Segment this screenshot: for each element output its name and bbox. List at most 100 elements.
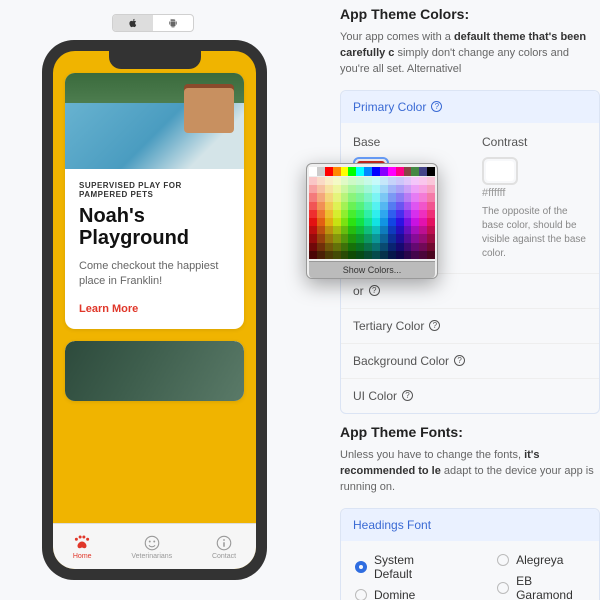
picker-swatch-cell[interactable] [411, 202, 419, 210]
picker-swatch-cell[interactable] [419, 210, 427, 218]
picker-swatch-cell[interactable] [411, 234, 419, 242]
picker-swatch-cell[interactable] [404, 202, 412, 210]
picker-swatch-cell[interactable] [333, 218, 341, 226]
picker-swatch-cell[interactable] [325, 193, 333, 201]
picker-swatch-cell[interactable] [317, 193, 325, 201]
picker-swatch-cell[interactable] [427, 185, 435, 193]
picker-swatch-cell[interactable] [364, 210, 372, 218]
picker-swatch-cell[interactable] [419, 234, 427, 242]
android-toggle[interactable] [153, 15, 193, 31]
picker-swatch-cell[interactable] [325, 251, 333, 259]
picker-swatch-cell[interactable] [419, 202, 427, 210]
picker-swatch-cell[interactable] [309, 234, 317, 242]
secondary-card[interactable] [65, 341, 244, 401]
picker-swatch-cell[interactable] [372, 193, 380, 201]
picker-swatch-cell[interactable] [404, 243, 412, 251]
picker-hue-cell[interactable] [427, 167, 435, 176]
help-icon[interactable]: ? [369, 285, 380, 296]
picker-swatch-cell[interactable] [333, 234, 341, 242]
picker-swatch-cell[interactable] [341, 251, 349, 259]
picker-swatch-cell[interactable] [341, 210, 349, 218]
picker-swatch-cell[interactable] [348, 185, 356, 193]
picker-swatch-cell[interactable] [356, 185, 364, 193]
picker-swatch-cell[interactable] [372, 210, 380, 218]
picker-swatch-cell[interactable] [411, 210, 419, 218]
picker-swatch-cell[interactable] [404, 218, 412, 226]
picker-swatch-cell[interactable] [372, 202, 380, 210]
help-icon[interactable]: ? [454, 355, 465, 366]
picker-swatch-cell[interactable] [419, 218, 427, 226]
picker-swatch-cell[interactable] [411, 218, 419, 226]
picker-swatch-cell[interactable] [419, 177, 427, 185]
picker-swatch-cell[interactable] [364, 177, 372, 185]
ios-toggle[interactable] [113, 15, 153, 31]
picker-swatch-cell[interactable] [333, 177, 341, 185]
picker-swatch-cell[interactable] [325, 218, 333, 226]
picker-swatch-cell[interactable] [380, 234, 388, 242]
picker-swatch-cell[interactable] [427, 226, 435, 234]
picker-swatch-cell[interactable] [356, 226, 364, 234]
picker-swatch-cell[interactable] [380, 226, 388, 234]
picker-swatch-cell[interactable] [341, 193, 349, 201]
picker-swatch-cell[interactable] [333, 226, 341, 234]
picker-swatch-cell[interactable] [411, 193, 419, 201]
picker-swatch-cell[interactable] [364, 226, 372, 234]
tab-contact[interactable]: Contact [212, 534, 236, 560]
picker-swatch-cell[interactable] [325, 234, 333, 242]
picker-swatch-cell[interactable] [364, 218, 372, 226]
picker-swatch-cell[interactable] [317, 218, 325, 226]
picker-swatch-cell[interactable] [380, 210, 388, 218]
tertiary-color-row[interactable]: Tertiary Color? [341, 308, 599, 343]
picker-swatch-cell[interactable] [356, 218, 364, 226]
picker-swatch-cell[interactable] [333, 185, 341, 193]
picker-swatch-cell[interactable] [380, 177, 388, 185]
picker-swatch-cell[interactable] [404, 185, 412, 193]
picker-swatch-cell[interactable] [309, 251, 317, 259]
picker-swatch-cell[interactable] [317, 177, 325, 185]
picker-swatch-cell[interactable] [317, 234, 325, 242]
picker-swatch-cell[interactable] [411, 177, 419, 185]
picker-swatch-cell[interactable] [309, 210, 317, 218]
picker-swatch-cell[interactable] [325, 185, 333, 193]
picker-hue-cell[interactable] [419, 167, 427, 176]
picker-swatch-cell[interactable] [356, 251, 364, 259]
picker-swatch-cell[interactable] [317, 185, 325, 193]
picker-swatch-cell[interactable] [427, 251, 435, 259]
picker-swatch-cell[interactable] [396, 185, 404, 193]
picker-swatch-cell[interactable] [372, 226, 380, 234]
picker-swatch-cell[interactable] [388, 251, 396, 259]
picker-hue-cell[interactable] [388, 167, 396, 176]
picker-swatch-cell[interactable] [317, 251, 325, 259]
picker-swatch-cell[interactable] [309, 226, 317, 234]
picker-hue-cell[interactable] [317, 167, 325, 176]
picker-swatch-cell[interactable] [364, 193, 372, 201]
picker-swatch-cell[interactable] [396, 193, 404, 201]
picker-swatch-cell[interactable] [388, 218, 396, 226]
card-cta[interactable]: Learn More [79, 303, 138, 315]
picker-swatch-cell[interactable] [372, 243, 380, 251]
picker-swatch-cell[interactable] [388, 193, 396, 201]
picker-swatch-cell[interactable] [317, 226, 325, 234]
picker-swatch-cell[interactable] [333, 193, 341, 201]
picker-swatch-cell[interactable] [372, 177, 380, 185]
picker-swatch-cell[interactable] [372, 234, 380, 242]
picker-hue-cell[interactable] [372, 167, 380, 176]
picker-hue-cell[interactable] [356, 167, 364, 176]
show-colors-button[interactable]: Show Colors... [309, 261, 435, 278]
picker-swatch-cell[interactable] [333, 243, 341, 251]
color-picker-popover[interactable]: Show Colors... [306, 163, 438, 279]
picker-swatch-cell[interactable] [348, 210, 356, 218]
picker-swatch-cell[interactable] [309, 218, 317, 226]
help-icon[interactable]: ? [402, 390, 413, 401]
picker-swatch-cell[interactable] [309, 202, 317, 210]
picker-swatch-cell[interactable] [388, 210, 396, 218]
tab-veterinarians[interactable]: Veterinarians [131, 534, 172, 560]
picker-swatch-cell[interactable] [427, 193, 435, 201]
platform-toggle[interactable] [112, 14, 194, 32]
picker-swatch-cell[interactable] [411, 251, 419, 259]
picker-hue-cell[interactable] [396, 167, 404, 176]
picker-swatch-cell[interactable] [341, 218, 349, 226]
picker-swatch-cell[interactable] [396, 226, 404, 234]
picker-swatch-cell[interactable] [380, 193, 388, 201]
picker-swatch-cell[interactable] [388, 234, 396, 242]
